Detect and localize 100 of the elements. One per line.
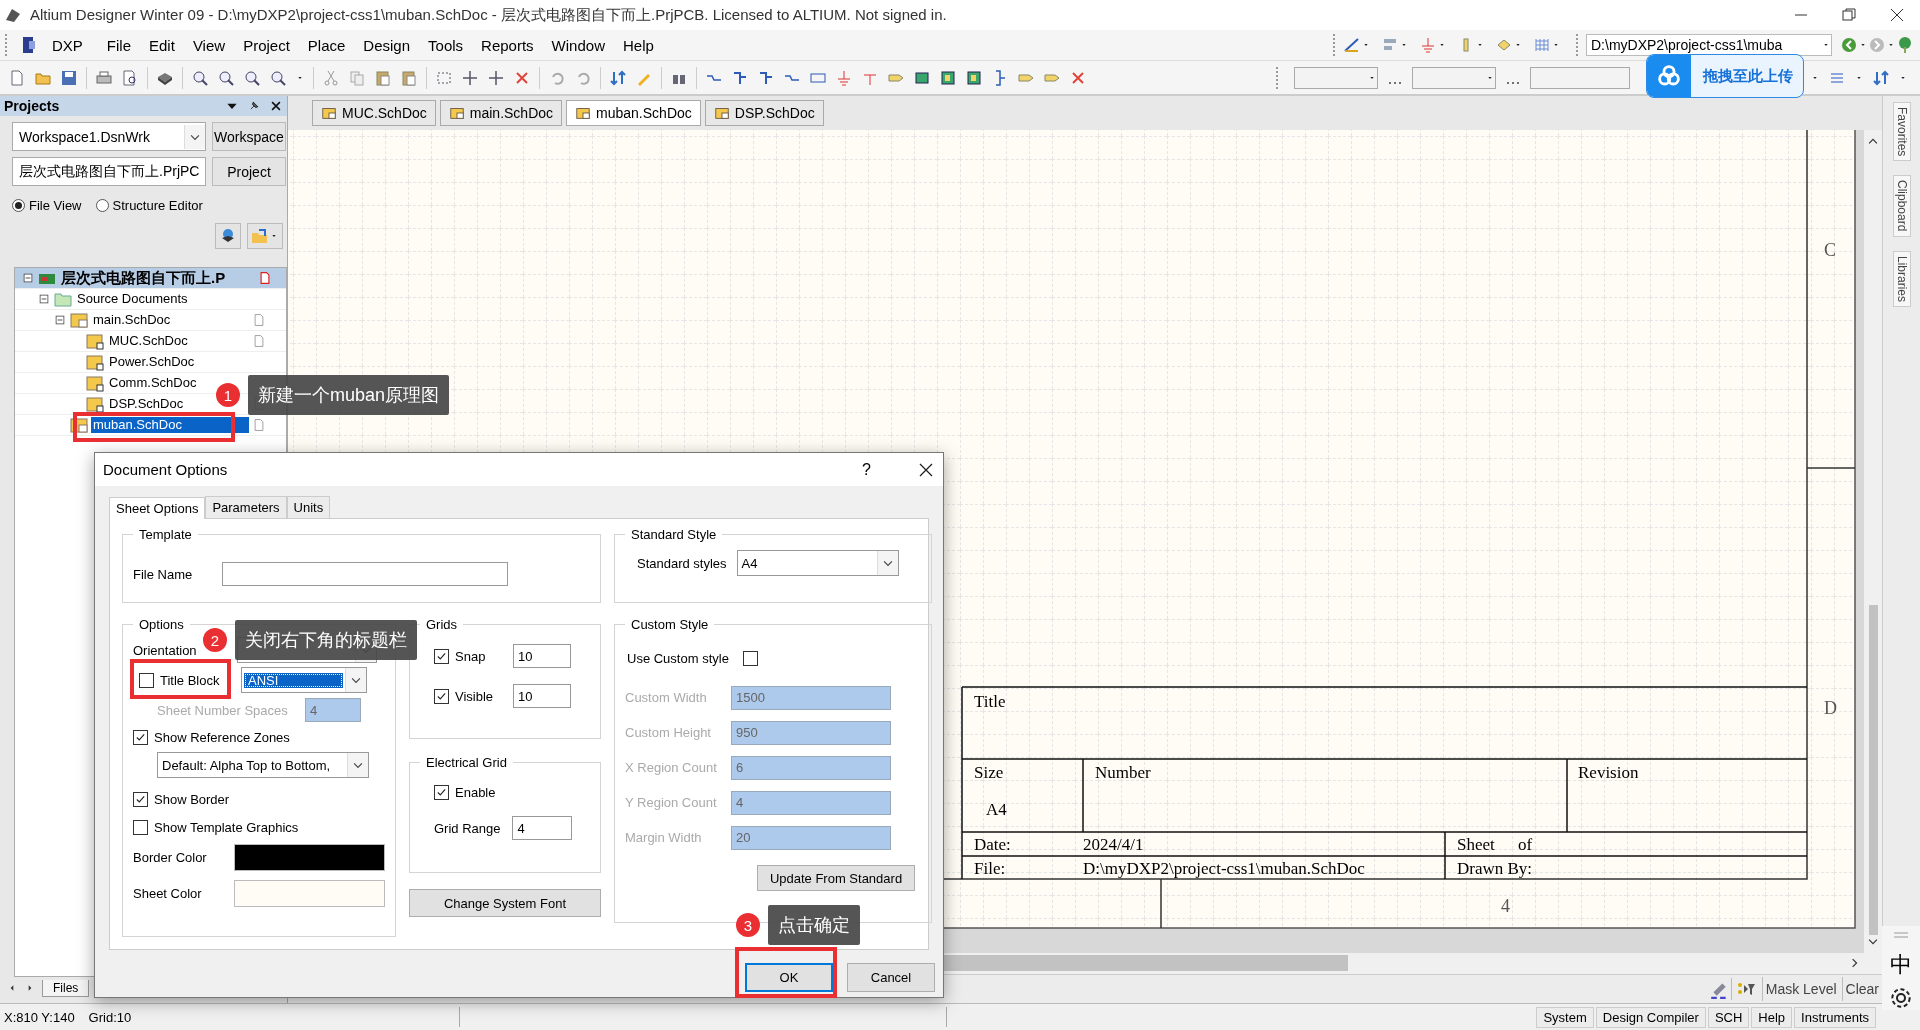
zoom-icon[interactable]: [217, 68, 235, 87]
checkbox[interactable]: [742, 650, 758, 666]
tree-item[interactable]: DSP.SchDoc: [107, 396, 186, 412]
checkbox[interactable]: [133, 791, 148, 807]
close-icon[interactable]: [269, 99, 283, 113]
clear-button[interactable]: Clear: [1841, 977, 1882, 1002]
schematic-link-icon[interactable]: [86, 353, 104, 371]
status-bar-button[interactable]: Instruments: [1794, 1006, 1876, 1028]
zoom-icon[interactable]: [269, 68, 287, 87]
grid-icon[interactable]: [1533, 36, 1551, 54]
expander-icon[interactable]: [53, 313, 67, 327]
project-button[interactable]: Project: [212, 157, 286, 186]
scrollbar-thumb[interactable]: [1868, 604, 1878, 935]
dialog-button[interactable]: Cancel: [847, 963, 935, 992]
status-bar-button[interactable]: Help: [1751, 1006, 1793, 1028]
schematic-link-icon[interactable]: [86, 395, 104, 413]
save-icon[interactable]: [60, 68, 78, 87]
up-down-arrows-icon[interactable]: [609, 68, 627, 87]
document-tab[interactable]: MUC.SchDoc: [312, 99, 436, 126]
sheet-symbol-icon[interactable]: [939, 68, 957, 87]
checkbox[interactable]: [434, 648, 449, 664]
checkbox[interactable]: [133, 729, 148, 745]
up-down-arrows-icon[interactable]: [1872, 68, 1890, 87]
dropdown[interactable]: [1530, 66, 1630, 89]
tree-item[interactable]: muban.SchDoc: [91, 417, 249, 433]
menu-item[interactable]: Design: [354, 34, 420, 56]
tree-item[interactable]: MUC.SchDoc: [107, 333, 190, 349]
update-from-standard-button[interactable]: Update From Standard: [757, 865, 915, 891]
radio-button[interactable]: [12, 199, 25, 212]
tab[interactable]: Units: [286, 496, 331, 518]
checkbox[interactable]: [139, 672, 154, 688]
side-panel-tab[interactable]: Libraries: [1892, 250, 1911, 307]
sheet-symbol-icon[interactable]: [965, 68, 983, 87]
radio-button[interactable]: [95, 199, 109, 212]
menu-item[interactable]: Place: [298, 34, 355, 56]
expander-icon[interactable]: [21, 271, 35, 285]
checkbox[interactable]: [133, 819, 148, 835]
menu-item[interactable]: Window: [542, 34, 614, 56]
forward-icon[interactable]: [1868, 36, 1886, 54]
folder-dropdown-button[interactable]: [247, 223, 283, 249]
back-icon[interactable]: [1840, 36, 1858, 54]
panel-tab[interactable]: Files: [42, 979, 90, 997]
menu-item[interactable]: Tools: [419, 34, 473, 56]
menu-item[interactable]: DXP: [43, 34, 92, 56]
grid-value-field[interactable]: 10: [513, 644, 571, 668]
expander-icon[interactable]: [37, 292, 51, 306]
menu-item[interactable]: Project: [234, 34, 299, 56]
schematic-link-icon[interactable]: [86, 332, 104, 350]
zones-style-dropdown[interactable]: Default: Alpha Top to Bottom,: [157, 752, 369, 778]
ground-icon[interactable]: [1419, 36, 1437, 54]
restore-icon[interactable]: [1840, 6, 1858, 24]
grid-range-field[interactable]: 4: [512, 816, 573, 840]
paste-icon[interactable]: [400, 68, 418, 87]
project-field[interactable]: 层次式电路图自下而上.PrjPC: [12, 157, 206, 186]
color-swatch[interactable]: [234, 879, 385, 907]
menu-item[interactable]: Edit: [140, 34, 184, 56]
ground-icon[interactable]: [835, 68, 853, 87]
status-bar-button[interactable]: SCH: [1707, 1006, 1750, 1028]
close-icon[interactable]: [1888, 6, 1906, 24]
printer-icon[interactable]: [95, 68, 113, 87]
document-tab[interactable]: muban.SchDoc: [566, 99, 701, 126]
path-field[interactable]: D:\myDXP2\project-css1\muba: [1586, 34, 1832, 56]
schematic-file-icon[interactable]: [70, 311, 88, 329]
side-panel-tab[interactable]: Clipboard: [1892, 175, 1911, 237]
tab[interactable]: Sheet Options: [109, 497, 206, 519]
document-tab[interactable]: DSP.SchDoc: [704, 99, 824, 126]
color-swatch[interactable]: [234, 843, 385, 871]
page-magnifier-icon[interactable]: [121, 68, 139, 87]
dialog-button[interactable]: OK: [745, 963, 833, 992]
grid-value-field[interactable]: 10: [513, 684, 571, 708]
move-icon[interactable]: [487, 68, 505, 87]
menu-item[interactable]: File: [97, 34, 140, 56]
tree-item[interactable]: main.SchDoc: [91, 312, 173, 328]
tree-icon[interactable]: [1896, 36, 1914, 54]
side-panel-tab[interactable]: Favorites: [1892, 102, 1911, 162]
schematic-link-icon[interactable]: [86, 374, 104, 392]
zoom-icon[interactable]: [191, 68, 209, 87]
zoom-icon[interactable]: [243, 68, 261, 87]
menu-item[interactable]: Reports: [472, 34, 543, 56]
document-tab[interactable]: main.SchDoc: [439, 99, 563, 126]
status-bar-button[interactable]: Design Compiler: [1595, 1006, 1706, 1028]
ruler-pencil-icon[interactable]: [1343, 36, 1361, 54]
file-name-field[interactable]: [222, 562, 509, 586]
status-bar-button[interactable]: System: [1536, 1006, 1594, 1028]
cut-icon[interactable]: [322, 68, 340, 87]
tab[interactable]: Parameters: [205, 496, 287, 518]
menu-item[interactable]: View: [183, 34, 235, 56]
standard-style-dropdown[interactable]: A4: [736, 550, 899, 576]
workspace-button[interactable]: Workspace: [212, 122, 286, 151]
paste-icon[interactable]: [374, 68, 392, 87]
help-button[interactable]: ?: [856, 459, 877, 480]
change-system-font-button[interactable]: Change System Font: [409, 889, 601, 917]
menu-item[interactable]: Help: [613, 34, 663, 56]
dropdown[interactable]: [1294, 66, 1378, 89]
workspace-dropdown[interactable]: Workspace1.DsnWrk: [12, 122, 206, 151]
title-block-style-dropdown[interactable]: ANSI: [241, 667, 367, 693]
upload-badge[interactable]: 拖拽至此上传: [1646, 54, 1804, 98]
move-icon[interactable]: [461, 68, 479, 87]
folder-arrow-icon[interactable]: [251, 227, 269, 245]
checkbox[interactable]: [434, 784, 449, 800]
